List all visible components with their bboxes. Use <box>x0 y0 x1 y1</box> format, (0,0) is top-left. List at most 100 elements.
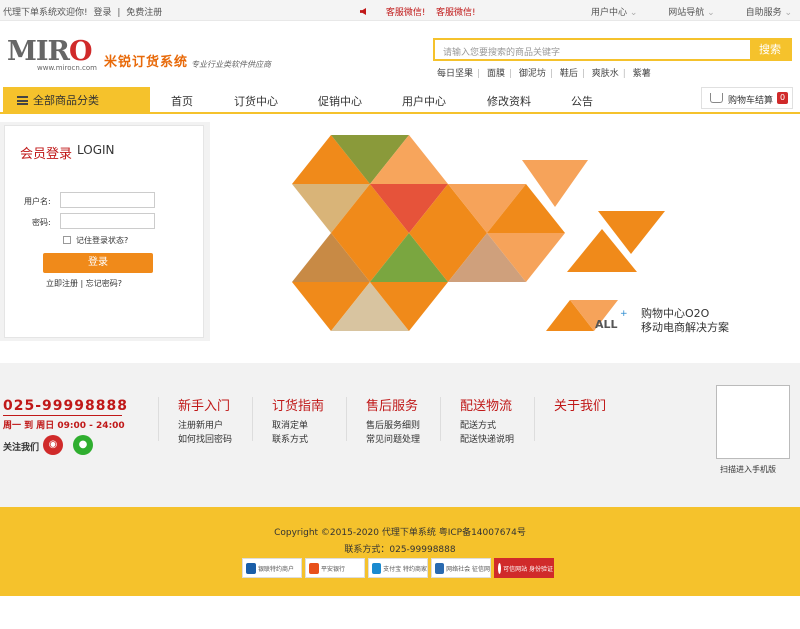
footer-link[interactable]: 注册新用户 <box>178 419 232 433</box>
nav-item-announcement[interactable]: 公告 <box>571 93 593 109</box>
follow-us-label: 关注我们 <box>3 443 40 453</box>
footer-column-title: 新手入门 <box>178 399 231 414</box>
register-link[interactable]: 免费注册 <box>126 8 162 18</box>
trusted-site-badge[interactable]: 可信网站 身份验证 <box>494 558 554 578</box>
forgot-password-link[interactable]: 忘记密码? <box>86 279 122 288</box>
footer-link[interactable]: 配送快递说明 <box>460 433 514 447</box>
nav-item-edit-profile[interactable]: 修改资料 <box>487 93 531 109</box>
self-service-menu[interactable]: 自助服务 ⌄ <box>732 8 792 18</box>
footer-link[interactable]: 配送方式 <box>460 419 514 433</box>
unionpay-badge[interactable]: 银联特约商户 <box>242 558 302 578</box>
search-input[interactable]: 请输入您要搜索的商品关键字 <box>443 45 560 58</box>
copyright: Copyright ©2015-2020 代理下单系统 粤ICP备1400767… <box>274 528 526 538</box>
remember-label: 记住登录状态? <box>76 236 129 245</box>
speaker-icon <box>360 8 366 15</box>
hot-keyword[interactable]: 每日坚果 <box>437 69 473 79</box>
credit-network-badge[interactable]: 网络社会 征信网 <box>431 558 491 578</box>
separator: | <box>549 69 553 79</box>
username-input[interactable] <box>60 192 155 208</box>
unionpay-icon <box>246 562 256 574</box>
badge-label: 平安银行 <box>321 565 346 573</box>
qr-code-label: 扫描进入手机版 <box>720 465 776 474</box>
nav-item-promotion[interactable]: 促销中心 <box>318 93 362 109</box>
password-input[interactable] <box>60 213 155 229</box>
service-wechat-1[interactable]: 客服微信! <box>360 5 425 18</box>
top-bar-left: 代理下单系统欢迎你! 登录 | 免费注册 <box>3 5 165 18</box>
footer-link[interactable]: 常见问题处理 <box>366 433 420 447</box>
username-label: 用户名: <box>24 197 51 206</box>
remember-checkbox[interactable] <box>63 236 71 244</box>
login-button[interactable]: 登录 <box>43 253 153 273</box>
service-wechat-1-label: 客服微信! <box>385 8 426 18</box>
footer-column: 订货指南 取消定单 联系方式 <box>272 395 324 447</box>
hot-keyword[interactable]: 御泥坊 <box>519 69 546 79</box>
promo-banner[interactable]: ALL + 购物中心O2O 移动电商解决方案 <box>210 122 800 341</box>
cart-button[interactable]: 购物车结算 0 <box>701 87 793 109</box>
all-categories-button[interactable]: 全部商品分类 <box>3 87 150 114</box>
banner-graphic: ALL + <box>292 135 665 331</box>
login-title-en: LOGIN <box>77 143 115 157</box>
footer-link[interactable]: 联系方式 <box>272 433 324 447</box>
footer-link[interactable]: 售后服务细则 <box>366 419 420 433</box>
divider <box>3 415 122 416</box>
login-links: 立即注册 | 忘记密码? <box>46 278 122 289</box>
self-service-label: 自助服务 <box>745 8 782 18</box>
hot-keyword[interactable]: 鞋后 <box>560 69 578 79</box>
alipay-badge[interactable]: 支付宝 特约商家 <box>368 558 428 578</box>
all-categories-label: 全部商品分类 <box>33 94 99 107</box>
user-center-menu[interactable]: 用户中心 ⌄ <box>577 8 637 18</box>
weibo-icon[interactable]: ◉ <box>43 435 63 455</box>
footer-bottom: Copyright ©2015-2020 代理下单系统 粤ICP备1400767… <box>0 507 800 596</box>
site-nav-menu[interactable]: 网站导航 ⌄ <box>654 8 714 18</box>
footer-link[interactable]: 如何找回密码 <box>178 433 232 447</box>
footer-column: 新手入门 注册新用户 如何找回密码 <box>178 395 232 447</box>
hot-keyword[interactable]: 面膜 <box>487 69 505 79</box>
hero-section: 会员登录 LOGIN 用户名: 密码: 记住登录状态? 登录 立即注册 | 忘记… <box>0 122 800 341</box>
service-wechat-2[interactable]: 客服微信! <box>436 5 476 18</box>
footer-column: 配送物流 配送方式 配送快递说明 <box>460 395 514 447</box>
brand-name: 米锐订货系统 <box>104 55 189 70</box>
logo-url: www.mirocn.com <box>37 64 97 72</box>
banner-subline: 移动电商解决方案 <box>641 321 729 334</box>
pingan-icon <box>309 562 319 574</box>
top-bar-right: 用户中心 ⌄ 网站导航 ⌄ 自助服务 ⌄ <box>563 5 792 18</box>
nav-item-order-center[interactable]: 订货中心 <box>234 93 278 109</box>
nav-item-home[interactable]: 首页 <box>171 93 193 109</box>
hot-keyword[interactable]: 紫薯 <box>633 69 651 79</box>
shield-icon <box>435 562 445 574</box>
footer-link[interactable]: 取消定单 <box>272 419 324 433</box>
nav-item-user-center[interactable]: 用户中心 <box>402 93 446 109</box>
wechat-icon[interactable]: ● <box>73 435 93 455</box>
search-button[interactable]: 搜索 <box>750 40 790 59</box>
phone-number: 025-99998888 <box>3 398 128 414</box>
chevron-down-icon: ⌄ <box>784 8 792 18</box>
pingan-bank-badge[interactable]: 平安银行 <box>305 558 365 578</box>
footer-column: 售后服务 售后服务细则 常见问题处理 <box>366 395 420 447</box>
brand-slogan: 专业行业类软件供应商 <box>191 60 271 69</box>
divider <box>252 397 253 441</box>
menu-icon <box>17 96 28 105</box>
footer-column-title: 配送物流 <box>460 399 513 414</box>
footer-info: 025-99998888 周一 到 周日 09:00 - 24:00 关注我们 … <box>0 363 800 507</box>
divider <box>346 397 347 441</box>
login-title-cn: 会员登录 <box>20 147 73 162</box>
separator: | <box>622 69 626 79</box>
divider <box>440 397 441 441</box>
chevron-down-icon: ⌄ <box>707 8 715 18</box>
site-logo[interactable]: MIRO www.mirocn.com <box>7 38 97 72</box>
footer-column-title[interactable]: 关于我们 <box>554 395 606 414</box>
badge-label: 支付宝 特约商家 <box>383 565 427 573</box>
hot-keywords: 每日坚果 | 面膜 | 御泥坊 | 鞋后 | 爽肤水 | 紫薯 <box>437 66 655 79</box>
separator: | <box>117 8 121 18</box>
login-link[interactable]: 登录 <box>93 8 111 18</box>
service-hours: 周一 到 周日 09:00 - 24:00 <box>3 421 125 431</box>
contact-info: 联系方式：025-99998888 <box>344 545 456 555</box>
badge-label: 可信网站 身份验证 <box>503 565 553 573</box>
alipay-icon <box>372 562 382 574</box>
trusted-icon <box>498 562 502 574</box>
separator: | <box>477 69 481 79</box>
register-now-link[interactable]: 立即注册 <box>46 279 78 288</box>
badge-label: 银联特约商户 <box>258 565 295 573</box>
cart-label: 购物车结算 <box>728 96 774 106</box>
hot-keyword[interactable]: 爽肤水 <box>592 69 619 79</box>
